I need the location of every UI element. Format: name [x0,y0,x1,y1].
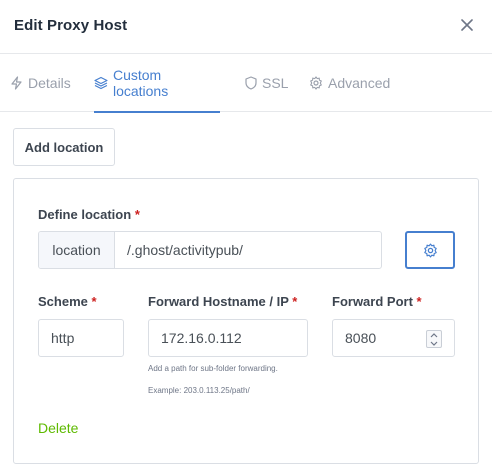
delete-location-link[interactable]: Delete [38,420,78,436]
port-stepper[interactable] [426,330,442,348]
required-mark: * [292,294,298,309]
add-location-button[interactable]: Add location [13,128,115,166]
tab-advanced-label: Advanced [328,75,391,91]
forward-port-value: 8080 [345,330,377,346]
tab-bar: Details Custom locations SSL Advanced [0,54,492,113]
close-button[interactable] [456,14,478,36]
gear-icon [310,76,322,90]
forward-hostname-input[interactable]: 172.16.0.112 [148,319,308,357]
tab-details[interactable]: Details [10,54,71,112]
define-location-label: Define location * [38,207,140,222]
scheme-label: Scheme * [38,294,97,309]
tab-custom-locations[interactable]: Custom locations [94,54,220,113]
location-input-group: location /.ghost/activitypub/ [38,231,382,269]
location-settings-button[interactable] [405,231,455,269]
scheme-input[interactable]: http [38,319,124,357]
close-icon [461,19,473,31]
layers-icon [94,76,108,90]
lightning-icon [11,76,22,90]
gear-icon [423,242,437,258]
location-card: Define location * location /.ghost/activ… [13,178,479,464]
required-mark: * [134,207,140,222]
chevron-down-icon [430,341,438,346]
tab-ssl-label: SSL [262,75,289,91]
shield-icon [245,76,257,90]
tab-ssl[interactable]: SSL [245,54,288,112]
location-path-input[interactable]: /.ghost/activitypub/ [115,232,381,268]
forward-hostname-label: Forward Hostname / IP * [148,294,298,309]
tab-details-label: Details [28,75,71,91]
required-mark: * [91,294,97,309]
location-addon: location [39,232,115,268]
modal-header: Edit Proxy Host [0,0,492,54]
modal-title: Edit Proxy Host [14,17,128,34]
required-mark: * [416,294,422,309]
tab-advanced[interactable]: Advanced [309,54,390,112]
forward-port-input[interactable]: 8080 [332,319,455,357]
forward-hostname-help: Add a path for sub-folder forwarding. [148,364,278,373]
forward-port-label: Forward Port * [332,294,422,309]
tab-custom-locations-label: Custom locations [112,67,169,99]
chevron-up-icon [430,332,438,337]
forward-hostname-example: Example: 203.0.113.25/path/ [148,386,250,395]
